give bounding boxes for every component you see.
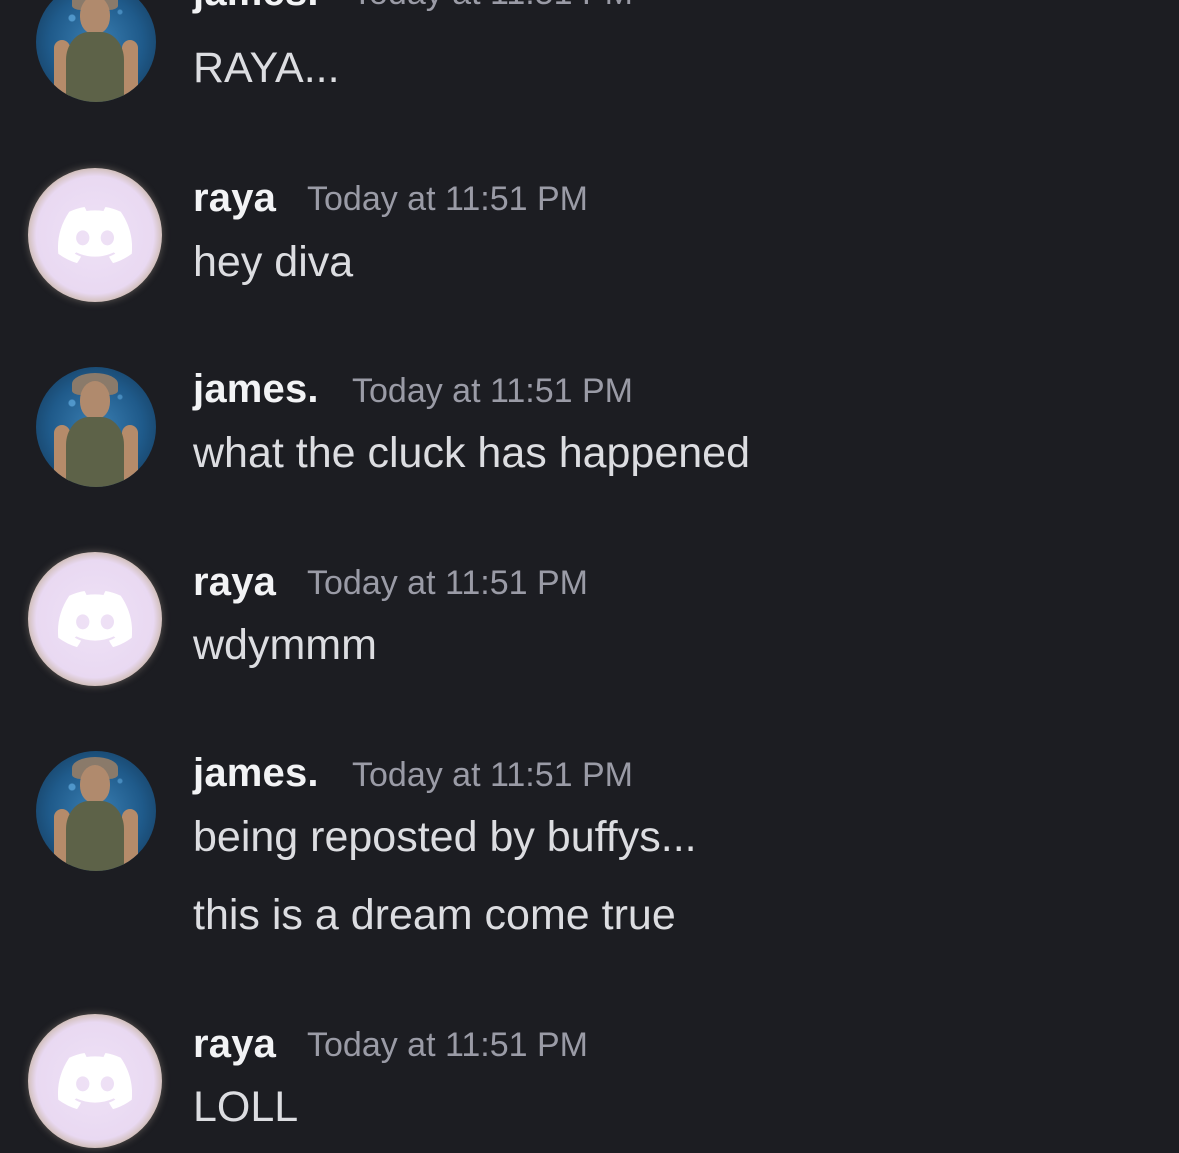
user-avatar[interactable]	[28, 552, 162, 686]
message-author[interactable]: raya	[193, 176, 276, 221]
avatar-body	[66, 417, 124, 487]
message-content: being reposted by buffys...	[193, 813, 697, 861]
message-author[interactable]: james.	[193, 0, 319, 15]
message-timestamp: Today at 11:51 PM	[352, 0, 633, 13]
avatar-arm	[122, 40, 138, 100]
message-content: wdymmm	[193, 621, 377, 669]
avatar-face	[80, 0, 110, 34]
message-author[interactable]: raya	[193, 1022, 276, 1067]
message-timestamp: Today at 11:51 PM	[307, 180, 588, 218]
message-content: what the cluck has happened	[193, 429, 751, 477]
message-timestamp: Today at 11:51 PM	[352, 756, 633, 794]
user-avatar[interactable]	[36, 751, 156, 871]
message-timestamp: Today at 11:51 PM	[307, 1026, 588, 1064]
message-content: RAYA...	[193, 44, 340, 92]
avatar-body	[66, 801, 124, 871]
user-avatar[interactable]	[28, 168, 162, 302]
avatar-arm	[122, 425, 138, 485]
avatar-face	[80, 765, 110, 803]
user-avatar[interactable]	[28, 1014, 162, 1148]
message-author[interactable]: james.	[193, 751, 319, 796]
user-avatar[interactable]	[36, 367, 156, 487]
message-author[interactable]: james.	[193, 367, 319, 412]
message-content: this is a dream come true	[193, 891, 676, 939]
avatar-face	[80, 381, 110, 419]
avatar-arm	[122, 809, 138, 869]
message-list: james. Today at 11:51 PM RAYA... raya To…	[0, 0, 1179, 1153]
message-author[interactable]: raya	[193, 560, 276, 605]
message-content: hey diva	[193, 238, 354, 286]
message-content: LOLL	[193, 1083, 299, 1131]
discord-logo-icon	[58, 591, 132, 648]
avatar-body	[66, 32, 124, 102]
user-avatar[interactable]	[36, 0, 156, 102]
discord-logo-icon	[58, 207, 132, 264]
message-timestamp: Today at 11:51 PM	[352, 372, 633, 410]
discord-logo-icon	[58, 1053, 132, 1110]
message-timestamp: Today at 11:51 PM	[307, 564, 588, 602]
